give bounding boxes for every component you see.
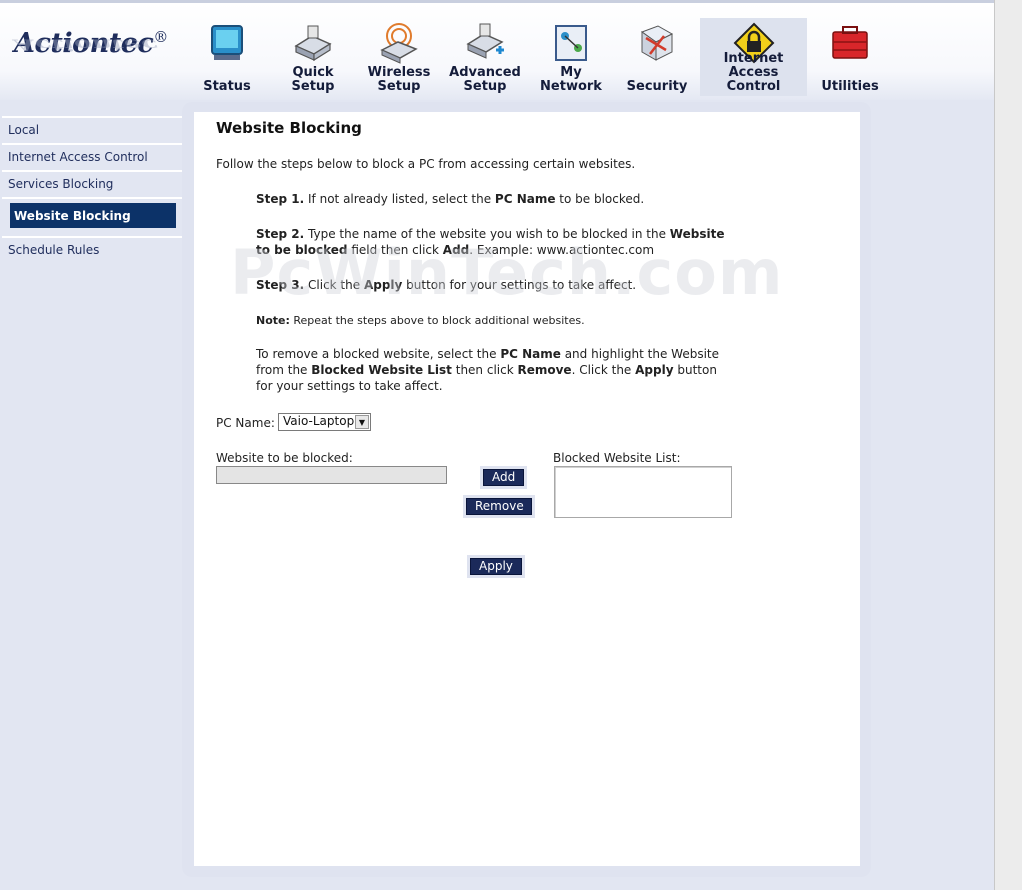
- quick-setup-icon: [294, 25, 332, 62]
- nav-utilities-label: Utilities: [821, 79, 879, 94]
- dropdown-arrow-icon[interactable]: ▼: [355, 415, 369, 429]
- nav-status[interactable]: Status: [184, 18, 270, 96]
- top-nav: Status Quick Setup Wireless Setup Advanc…: [184, 18, 893, 98]
- nav-quick-setup-label: Quick Setup: [291, 65, 335, 94]
- status-icon: [211, 25, 243, 60]
- window-scrollbar[interactable]: [994, 0, 1022, 890]
- sidebar-item-local[interactable]: Local: [2, 116, 182, 143]
- nav-my-network-label: My Network: [540, 65, 602, 94]
- sidebar-item-label: Website Blocking: [10, 203, 176, 228]
- step-1-text: Step 1. If not already listed, select th…: [256, 192, 645, 206]
- sidebar-item-website-blocking[interactable]: Website Blocking: [2, 197, 182, 236]
- apply-button-frame: Apply: [467, 555, 525, 578]
- nav-my-network[interactable]: My Network: [528, 18, 614, 96]
- sidebar-item-label: Services Blocking: [8, 177, 114, 191]
- step-2-text: Step 2. Type the name of the website you…: [256, 227, 725, 257]
- my-network-icon: [555, 25, 587, 61]
- intro-text: Follow the steps below to block a PC fro…: [216, 157, 636, 171]
- nav-security[interactable]: Security: [614, 18, 700, 96]
- pc-name-select[interactable]: Vaio-Laptop ▼: [278, 413, 371, 431]
- sidebar-item-services-blocking[interactable]: Services Blocking: [2, 170, 182, 197]
- add-button[interactable]: Add: [483, 469, 525, 486]
- website-to-block-label: Website to be blocked:: [216, 451, 353, 465]
- add-button-frame: Add: [480, 466, 528, 489]
- remove-help-text: To remove a blocked website, select the …: [256, 347, 720, 393]
- advanced-setup-icon: [466, 23, 504, 59]
- sidebar-item-label: Internet Access Control: [8, 150, 148, 164]
- remove-button-frame: Remove: [463, 495, 535, 518]
- nav-advanced-setup[interactable]: Advanced Setup: [442, 18, 528, 96]
- note-text: Note: Repeat the steps above to block ad…: [256, 314, 585, 327]
- nav-wireless-setup[interactable]: Wireless Setup: [356, 18, 442, 96]
- page-title: Website Blocking: [216, 119, 362, 137]
- nav-quick-setup[interactable]: Quick Setup: [270, 18, 356, 96]
- remove-button[interactable]: Remove: [466, 498, 532, 515]
- sidebar-item-schedule-rules[interactable]: Schedule Rules: [2, 236, 182, 263]
- nav-security-label: Security: [626, 79, 688, 94]
- nav-advanced-setup-label: Advanced Setup: [449, 65, 521, 94]
- sidebar-item-label: Local: [8, 123, 40, 137]
- wireless-setup-icon: [380, 23, 418, 64]
- nav-internet-access-control-label: Internet Access Control: [723, 51, 784, 94]
- blocked-website-list-label: Blocked Website List:: [553, 451, 681, 465]
- apply-button[interactable]: Apply: [470, 558, 522, 575]
- pc-name-value: Vaio-Laptop: [283, 414, 355, 428]
- sidebar: Local Internet Access Control Services B…: [2, 116, 182, 263]
- security-icon: [640, 25, 674, 61]
- website-to-block-input[interactable]: [216, 466, 447, 484]
- nav-utilities[interactable]: Utilities: [807, 18, 893, 96]
- pc-name-label: PC Name:: [216, 416, 275, 430]
- nav-internet-access-control[interactable]: Internet Access Control: [700, 18, 807, 96]
- utilities-toolbox-icon: [832, 26, 868, 59]
- blocked-website-list[interactable]: [554, 466, 732, 518]
- nav-status-label: Status: [203, 79, 251, 94]
- sidebar-item-internet-access-control[interactable]: Internet Access Control: [2, 143, 182, 170]
- actiontec-logo: Actiontec® Actiontec: [10, 22, 168, 84]
- step-3-text: Step 3. Click the Apply button for your …: [256, 278, 637, 292]
- sidebar-item-label: Schedule Rules: [8, 243, 100, 257]
- nav-wireless-setup-label: Wireless Setup: [367, 65, 431, 94]
- logo-reflection: Actiontec: [14, 35, 158, 54]
